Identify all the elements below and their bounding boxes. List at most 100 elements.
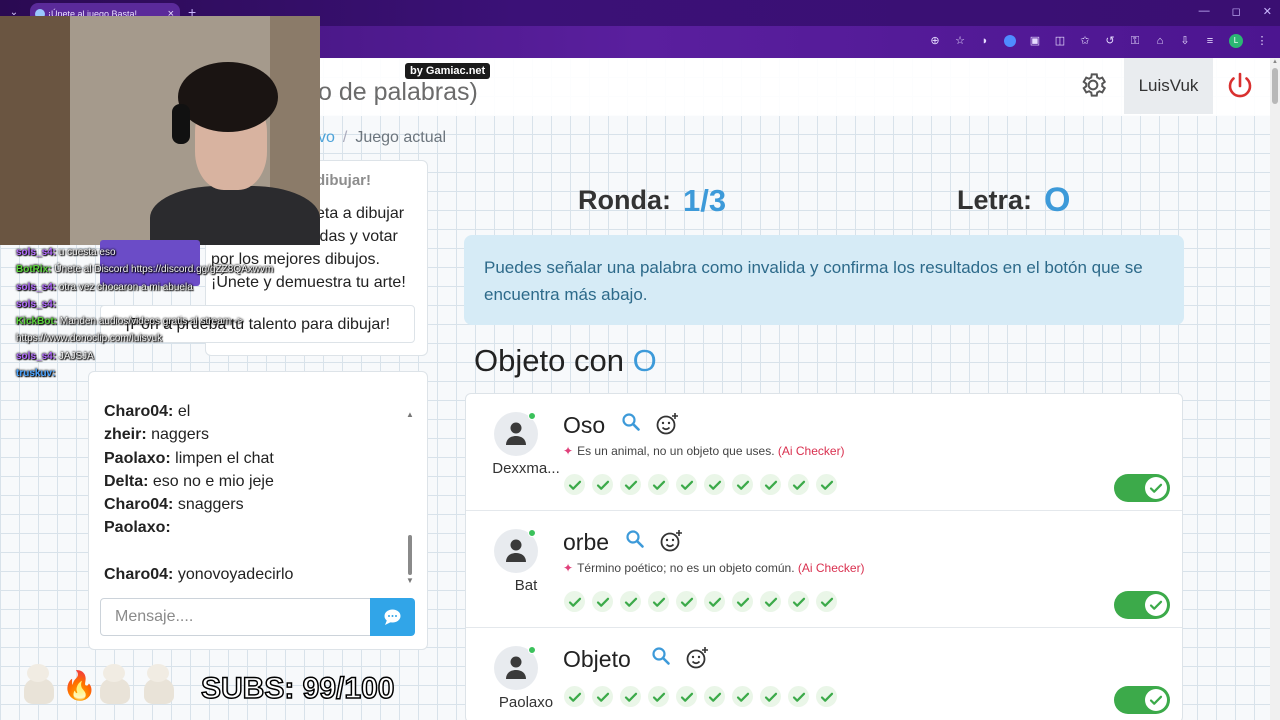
chat-message: Charo04: snaggers bbox=[104, 493, 394, 516]
cat-emote-icon bbox=[18, 662, 58, 706]
chat-text: snaggers bbox=[177, 496, 244, 514]
chat-message-input[interactable]: Mensaje.... bbox=[100, 598, 372, 636]
vote-check-icon bbox=[704, 591, 725, 612]
window-controls: — ◻ ✕ bbox=[1199, 5, 1272, 18]
vote-check-icon bbox=[564, 686, 585, 707]
stream-chat-text: Únete al Discord https://discord.gg/gZZ8… bbox=[54, 264, 274, 276]
vote-check-icon bbox=[620, 686, 641, 707]
ai-checker-note: ✦ Término poético; no es un objeto común.… bbox=[563, 561, 865, 575]
power-logout-icon[interactable] bbox=[1224, 70, 1256, 102]
cat-emote-icon bbox=[138, 662, 178, 706]
downloads-icon[interactable]: ⇩ bbox=[1179, 35, 1191, 47]
chat-messages: Charo04: el zheir: naggers Paolaxo: limp… bbox=[104, 400, 394, 586]
react-emoji-icon[interactable] bbox=[685, 646, 709, 675]
passwords-icon[interactable]: ⚿ bbox=[1129, 35, 1141, 47]
stream-chat-text: otra vez chocaron a mi abuela bbox=[58, 281, 193, 293]
search-icon[interactable] bbox=[651, 646, 671, 675]
menu-kebab-icon[interactable]: ⋮ bbox=[1256, 35, 1268, 47]
chat-scroll-up-icon[interactable]: ▲ bbox=[406, 410, 414, 419]
stream-chat-user: sols_s4: bbox=[16, 281, 57, 293]
stream-chat-user: truskuv: bbox=[16, 368, 56, 380]
valid-toggle[interactable] bbox=[1114, 474, 1170, 502]
extensions-icon[interactable]: ⌂ bbox=[1154, 35, 1166, 47]
favorites-icon[interactable]: ✩ bbox=[1079, 35, 1091, 47]
bookmark-star-icon[interactable]: ☆ bbox=[954, 35, 966, 47]
gamiac-credit-badge: by Gamiac.net bbox=[405, 63, 491, 79]
toggle-check-icon bbox=[1145, 689, 1167, 711]
zoom-icon[interactable]: ⊕ bbox=[929, 35, 941, 47]
user-menu-button[interactable]: LuisVuk bbox=[1124, 58, 1213, 114]
player-avatar bbox=[494, 529, 538, 573]
answer-row: Bat orbe ✦ Término poético; no es un objeto… bbox=[466, 511, 1182, 628]
profile-avatar-icon[interactable]: L bbox=[1229, 34, 1243, 48]
valid-toggle[interactable] bbox=[1114, 591, 1170, 619]
chat-text: yonovoyadecirlo bbox=[177, 566, 294, 584]
vote-check-icon bbox=[732, 474, 753, 495]
campfire-emote-icon: 🔥 bbox=[62, 670, 97, 701]
stream-chat-user: sols_s4: bbox=[16, 298, 57, 310]
page-title: o de palabras) bbox=[318, 78, 478, 106]
stream-chat-line: truskuv: bbox=[16, 365, 286, 382]
extension-wave-icon[interactable]: ◗ bbox=[979, 35, 991, 47]
chat-user: zheir: bbox=[104, 426, 147, 444]
cat-emote-icon bbox=[94, 662, 134, 706]
vote-check-icon bbox=[676, 474, 697, 495]
close-window-icon[interactable]: ✕ bbox=[1263, 5, 1272, 18]
chat-text: eso no e mio jeje bbox=[152, 472, 274, 490]
chat-scrollbar[interactable]: ▲ ▼ bbox=[406, 410, 414, 588]
vote-check-icon bbox=[648, 686, 669, 707]
search-icon[interactable] bbox=[621, 412, 641, 441]
breadcrumb: vo / Juego actual bbox=[318, 129, 446, 147]
vote-checks bbox=[564, 686, 837, 707]
ai-checker-text: Es un animal, no un objeto que uses. bbox=[577, 444, 775, 458]
search-icon[interactable] bbox=[625, 529, 645, 558]
vote-check-icon bbox=[760, 686, 781, 707]
player-avatar bbox=[494, 412, 538, 456]
player-name: Bat bbox=[514, 577, 538, 594]
chat-scroll-down-icon[interactable]: ▼ bbox=[406, 576, 414, 585]
chat-user: Delta: bbox=[104, 472, 149, 490]
chat-scroll-thumb[interactable] bbox=[408, 535, 412, 575]
vote-check-icon bbox=[592, 686, 613, 707]
stream-chat-text: u cuesta eso bbox=[58, 247, 116, 258]
scroll-up-icon[interactable]: ▲ bbox=[1272, 59, 1278, 65]
send-message-button[interactable] bbox=[370, 598, 415, 636]
answers-list: Dexxma... Oso ✦ Es un animal, no un objeto … bbox=[465, 393, 1183, 720]
extension-screenshot-icon[interactable]: ◫ bbox=[1054, 35, 1066, 47]
answer-actions bbox=[651, 646, 709, 675]
maximize-icon[interactable]: ◻ bbox=[1232, 5, 1241, 18]
vote-check-icon bbox=[564, 591, 585, 612]
letter-value: O bbox=[1044, 181, 1071, 219]
valid-toggle[interactable] bbox=[1114, 686, 1170, 714]
minimize-icon[interactable]: — bbox=[1199, 5, 1210, 18]
extension-blue-icon[interactable] bbox=[1004, 35, 1016, 47]
chat-user: Charo04: bbox=[104, 403, 174, 420]
answer-word: orbe bbox=[563, 529, 610, 555]
reading-list-icon[interactable]: ≡ bbox=[1204, 35, 1216, 47]
breadcrumb-link[interactable]: vo bbox=[318, 129, 335, 146]
vote-check-icon bbox=[732, 686, 753, 707]
chat-message bbox=[104, 540, 394, 563]
answer-word: Oso bbox=[563, 412, 606, 438]
vote-check-icon bbox=[704, 474, 725, 495]
vote-check-icon bbox=[676, 591, 697, 612]
vote-check-icon bbox=[760, 474, 781, 495]
react-emoji-icon[interactable] bbox=[655, 412, 679, 441]
gear-icon[interactable] bbox=[1078, 70, 1108, 100]
vote-check-icon bbox=[592, 591, 613, 612]
stream-chat-overlay: sols_s4: u cuesta eso BotRix: Únete al D… bbox=[16, 244, 286, 382]
answer-word: Objeto bbox=[563, 646, 631, 672]
history-icon[interactable]: ↺ bbox=[1104, 35, 1116, 47]
scrollbar-thumb[interactable] bbox=[1272, 68, 1278, 104]
extension-puzzle-icon[interactable]: ▣ bbox=[1029, 35, 1041, 47]
round-label: Ronda: bbox=[578, 185, 671, 215]
answer-actions bbox=[621, 412, 679, 441]
page-scrollbar[interactable]: ▲ bbox=[1270, 58, 1280, 720]
player-avatar bbox=[494, 646, 538, 690]
vote-check-icon bbox=[732, 591, 753, 612]
vote-check-icon bbox=[816, 686, 837, 707]
breadcrumb-current: Juego actual bbox=[355, 129, 447, 146]
ai-checker-tag: (Ai Checker) bbox=[777, 444, 845, 458]
toggle-check-icon bbox=[1145, 594, 1167, 616]
react-emoji-icon[interactable] bbox=[659, 529, 683, 558]
